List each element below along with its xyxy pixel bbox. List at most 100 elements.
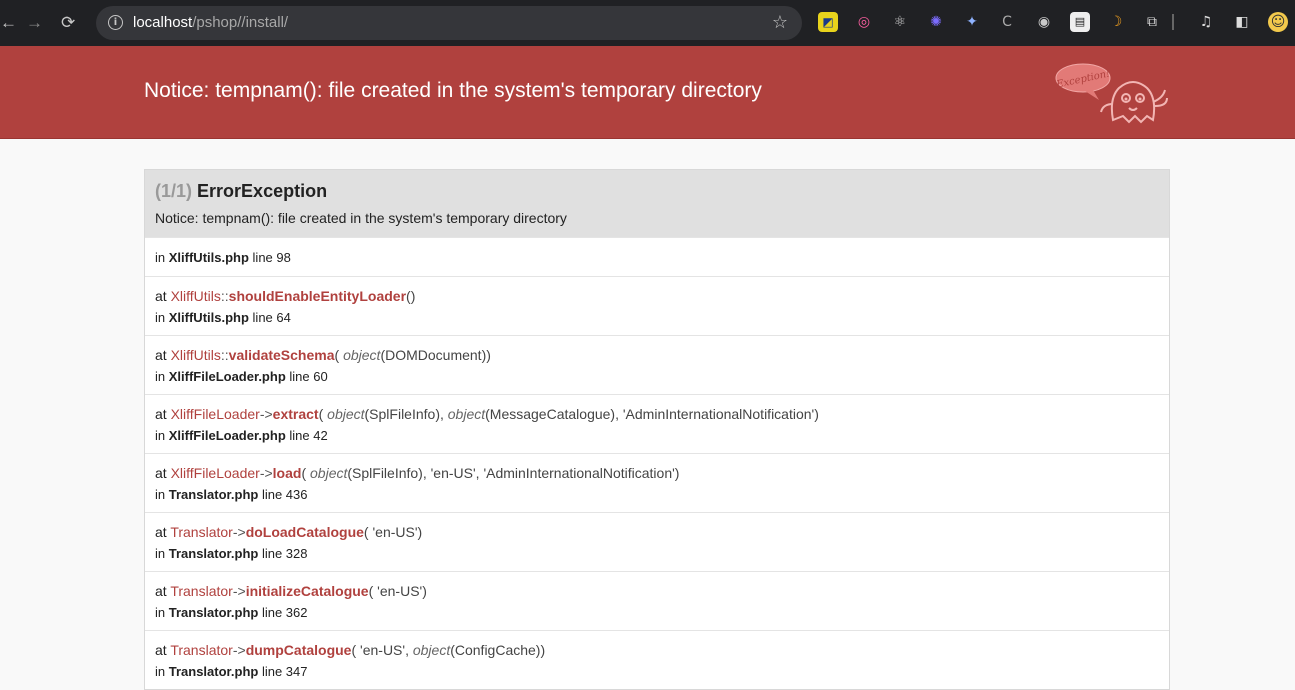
at-label: at [155,642,167,658]
line-number: line 362 [261,605,308,620]
trace-location: in Translator.php line 362 [155,602,1159,624]
back-icon[interactable]: ← [0,11,17,35]
url-path: /pshop//install/ [192,14,289,31]
line-number: line 60 [289,369,328,384]
arg-type: object [412,642,451,658]
trace-method: extract [272,406,319,422]
arg-value: 'AdminInternationalNotification' [622,406,815,422]
close-paren: ) [540,642,546,658]
at-label: at [155,583,167,599]
exception-ghost-logo-icon: Exception! [1055,63,1168,124]
trace-row: at XliffUtils::shouldEnableEntityLoader(… [145,276,1169,335]
arg-type: object [447,406,486,422]
call-operator: -> [232,642,246,658]
trace-row: at XliffFileLoader->extract( object(SplF… [145,394,1169,453]
at-label: at [155,347,167,363]
in-label: in [155,664,166,679]
trace-row: at XliffFileLoader->load( object(SplFile… [145,453,1169,512]
arg-value: (ConfigCache) [450,642,541,658]
trace-class: Translator [170,642,233,658]
close-paren: ) [417,524,423,540]
call-operator: -> [259,465,273,481]
file-name: Translator.php [168,605,259,620]
extension-image-icon[interactable]: ▤ [1070,12,1090,32]
trace-location: in Translator.php line 436 [155,484,1159,506]
trace-location: in XliffFileLoader.php line 60 [155,366,1159,388]
trace-row: at Translator->dumpCatalogue( 'en-US', o… [145,630,1169,689]
exception-block: (1/1) ErrorException Notice: tempnam(): … [144,169,1170,690]
trace-method: load [272,465,302,481]
line-number: line 328 [261,546,308,561]
url-host: localhost [133,14,193,31]
open-paren: ( [318,406,324,422]
open-paren: ( [363,524,369,540]
line-number: line 42 [289,428,328,443]
trace-method: dumpCatalogue [245,642,352,658]
open-paren: ( [351,642,357,658]
call-operator: -> [232,524,246,540]
trace-class: Translator [170,524,233,540]
call-operator: :: [220,288,229,304]
arg-value: 'en-US' [360,642,406,658]
open-paren: ( [334,347,340,363]
trace-method: doLoadCatalogue [245,524,364,540]
trace-location: in Translator.php line 347 [155,661,1159,683]
exception-summary: (1/1) ErrorException Notice: tempnam(): … [145,170,1169,237]
reload-icon[interactable]: ⟳ [61,11,75,35]
extension-badge-icon[interactable]: ✦ [962,12,982,32]
arg-value: (SplFileInfo) [347,465,423,481]
trace-method: initializeCatalogue [245,583,369,599]
trace-call: at Translator->initializeCatalogue( 'en-… [155,580,1159,602]
file-name: Translator.php [168,487,259,502]
exception-header: Notice: tempnam(): file created in the s… [0,46,1295,139]
bookmark-star-icon[interactable]: ☆ [772,12,788,34]
arg-value: (DOMDocument) [380,347,487,363]
arg-type: object [343,347,381,363]
media-controls-icon[interactable]: ♫ [1196,12,1216,32]
forward-icon[interactable]: → [26,11,43,35]
trace-location: in XliffFileLoader.php line 42 [155,425,1159,447]
line-number: line 64 [252,310,291,325]
trace-call: at Translator->doLoadCatalogue( 'en-US') [155,521,1159,543]
extension-1-icon[interactable]: ◩ [818,12,838,32]
at-label: at [155,406,167,422]
extension-moon-icon[interactable]: ☽ [1106,12,1126,32]
url-text[interactable]: localhost/pshop//install/ [133,14,288,32]
react-devtools-icon[interactable]: ⚛ [890,12,910,32]
trace-row: at Translator->initializeCatalogue( 'en-… [145,571,1169,630]
browser-toolbar: ← → ⟳ i localhost/pshop//install/ ☆ ◩ ◎ … [0,0,1295,46]
trace-class: XliffUtils [170,347,221,363]
arg-value: 'AdminInternationalNotification' [483,465,675,481]
call-operator: :: [220,347,229,363]
exception-message: Notice: tempnam(): file created in the s… [155,210,567,226]
trace-class: XliffFileLoader [170,406,260,422]
close-paren: ) [674,465,680,481]
at-label: at [155,524,167,540]
profile-avatar-icon[interactable]: ☺ [1268,12,1288,32]
arg-type: object [327,406,365,422]
exception-count: (1/1) [155,181,193,201]
extensions-puzzle-icon[interactable]: ⧉ [1142,12,1162,32]
trace-class: XliffFileLoader [170,465,260,481]
extension-c-icon[interactable]: C [997,12,1017,32]
color-picker-extension-icon[interactable]: ◎ [854,12,874,32]
site-info-icon[interactable]: i [108,15,123,30]
extension-gear-icon[interactable]: ✺ [926,12,946,32]
call-operator: -> [232,583,246,599]
in-label: in [155,250,166,265]
exception-title: (1/1) ErrorException [155,180,1159,202]
trace-call: at XliffFileLoader->load( object(SplFile… [155,462,1159,484]
arg-value: 'en-US' [430,465,476,481]
trace-class: Translator [170,583,233,599]
trace-location: in Translator.php line 328 [155,543,1159,565]
extension-target-icon[interactable]: ◉ [1034,12,1054,32]
arg-separator: , [422,465,431,481]
arg-separator: , [615,406,623,422]
file-name: XliffFileLoader.php [168,428,286,443]
in-label: in [155,487,166,502]
side-panel-icon[interactable]: ◧ [1232,12,1252,32]
in-label: in [155,546,166,561]
trace-class: XliffUtils [170,288,221,304]
trace-call: at XliffFileLoader->extract( object(SplF… [155,403,1159,425]
address-bar[interactable]: i localhost/pshop//install/ ☆ [96,6,802,40]
